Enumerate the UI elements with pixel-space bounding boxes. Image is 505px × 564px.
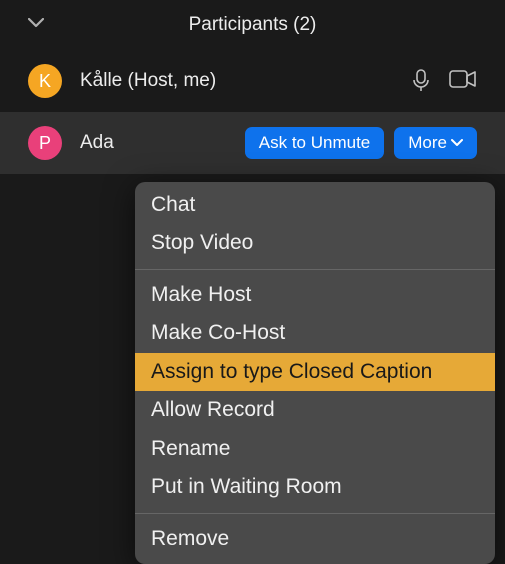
menu-separator — [135, 269, 495, 270]
panel-header: Participants (2) — [0, 0, 505, 50]
menu-item-chat[interactable]: Chat — [135, 186, 495, 224]
more-button[interactable]: More — [394, 127, 477, 159]
menu-item-make-host[interactable]: Make Host — [135, 276, 495, 314]
microphone-icon[interactable] — [411, 69, 431, 93]
avatar: P — [28, 126, 62, 160]
menu-separator — [135, 513, 495, 514]
participant-name: Kålle (Host, me) — [80, 70, 411, 92]
menu-item-remove[interactable]: Remove — [135, 520, 495, 558]
menu-item-waiting-room[interactable]: Put in Waiting Room — [135, 468, 495, 506]
ask-to-unmute-button[interactable]: Ask to Unmute — [245, 127, 385, 159]
participant-row-host[interactable]: K Kålle (Host, me) — [0, 50, 505, 112]
more-button-label: More — [408, 133, 447, 153]
more-menu: Chat Stop Video Make Host Make Co-Host A… — [135, 182, 495, 564]
menu-item-make-cohost[interactable]: Make Co-Host — [135, 314, 495, 352]
menu-item-allow-record[interactable]: Allow Record — [135, 391, 495, 429]
menu-item-assign-cc[interactable]: Assign to type Closed Caption — [135, 353, 495, 391]
video-icon[interactable] — [449, 69, 477, 93]
participant-name: Ada — [80, 132, 245, 154]
chevron-down-icon — [451, 139, 463, 147]
menu-item-stop-video[interactable]: Stop Video — [135, 224, 495, 262]
panel-title: Participants (2) — [0, 14, 505, 36]
avatar: K — [28, 64, 62, 98]
collapse-chevron-icon[interactable] — [28, 18, 44, 28]
participant-row[interactable]: P Ada Ask to Unmute More — [0, 112, 505, 174]
menu-item-rename[interactable]: Rename — [135, 430, 495, 468]
